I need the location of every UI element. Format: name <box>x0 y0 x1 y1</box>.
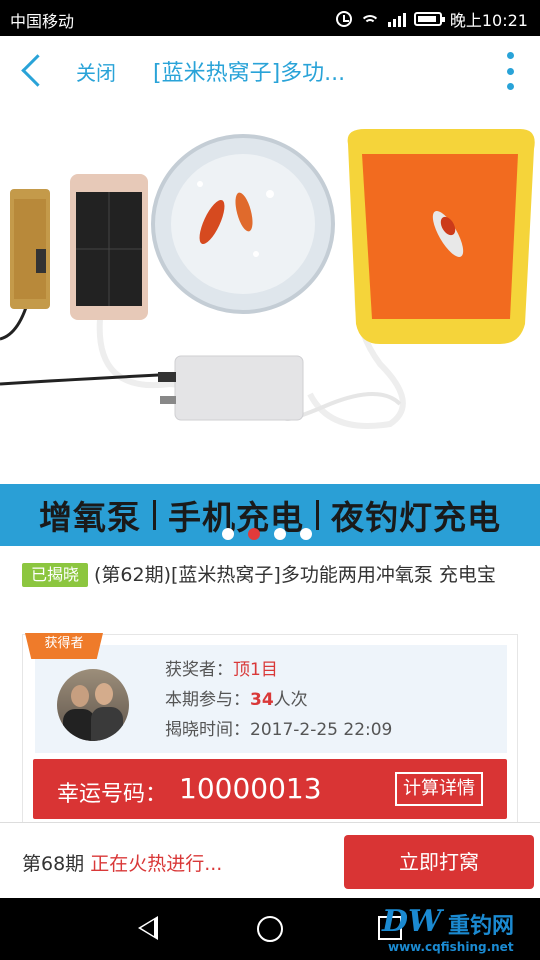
close-link[interactable]: 关闭 <box>76 57 116 86</box>
slogan-text-3: 夜钓灯充电 <box>331 498 501 537</box>
page-title: [蓝米热窝子]多功... <box>153 61 346 86</box>
carousel-dot[interactable] <box>222 528 234 540</box>
watermark-logo: DW 重钓网 www.cqfishing.net <box>382 904 532 956</box>
watermark-url: www.cqfishing.net <box>388 940 514 954</box>
nav-home-icon[interactable] <box>257 916 283 942</box>
winner-card: 获奖者：顶1目 本期参与：34人次 揭晓时间：2017-2-25 22:09 获… <box>22 633 518 826</box>
carousel-dot[interactable] <box>274 528 286 540</box>
clock: 晚上10:21 <box>449 11 528 30</box>
status-icons: 晚上10:21 <box>335 7 528 31</box>
watermark-site-name: 重钓网 <box>448 914 515 939</box>
reveal-time: 2017-2-25 22:09 <box>250 720 393 740</box>
carousel-dot-active[interactable] <box>248 528 260 540</box>
lucky-number: 10000013 <box>179 772 322 805</box>
carrier-name: 中国移动 <box>10 12 75 31</box>
alarm-icon <box>335 11 352 27</box>
participation-unit: 人次 <box>273 690 308 710</box>
avatar[interactable] <box>57 669 129 741</box>
winner-info: 获奖者：顶1目 本期参与：34人次 揭晓时间：2017-2-25 22:09 <box>35 645 507 753</box>
status-bar: 中国移动 晚上10:21 <box>0 0 540 36</box>
period-status: 第68期 正在火热进行... <box>22 849 222 876</box>
back-button[interactable] <box>18 54 50 86</box>
battery-icon <box>413 12 445 26</box>
watermark-dw-logo: DW <box>382 904 442 939</box>
product-title: 已揭晓 (第62期)[蓝米热窝子]多功能两用冲氧泵 充电宝 <box>22 561 522 590</box>
reveal-time-row: 揭晓时间：2017-2-25 22:09 <box>165 715 392 740</box>
winner-label: 获奖者： <box>165 660 233 680</box>
wifi-icon <box>359 11 380 27</box>
carousel-dot[interactable] <box>300 528 312 540</box>
participation-count: 34 <box>250 690 274 710</box>
action-bar: 第68期 正在火热进行... 立即打窝 <box>0 822 540 898</box>
signal-icon <box>387 11 406 27</box>
status-badge: 已揭晓 <box>22 563 89 587</box>
lucky-number-bar: 幸运号码： 10000013 计算详情 <box>33 759 507 819</box>
lucky-label: 幸运号码： <box>57 782 168 807</box>
carousel-dots <box>222 528 312 540</box>
calc-details-button[interactable]: 计算详情 <box>395 772 483 806</box>
period-hot-link[interactable]: 正在火热进行... <box>90 853 222 875</box>
product-photo <box>0 104 540 484</box>
period-number: 第68期 <box>22 853 85 875</box>
winner-ribbon: 获得者 <box>25 633 103 659</box>
system-nav-bar: DW 重钓网 www.cqfishing.net <box>0 898 540 960</box>
nav-back-icon[interactable] <box>138 916 158 940</box>
product-banner[interactable]: 增氧泵 手机充电 夜钓灯充电 <box>0 104 540 546</box>
participation-row: 本期参与：34人次 <box>165 685 308 710</box>
more-options-icon[interactable] <box>502 52 518 90</box>
reveal-label: 揭晓时间： <box>165 720 250 740</box>
participation-label: 本期参与： <box>165 690 250 710</box>
join-now-button[interactable]: 立即打窝 <box>344 835 534 889</box>
winner-name[interactable]: 顶1目 <box>233 660 278 680</box>
slogan-text-1: 增氧泵 <box>39 498 141 537</box>
product-title-text: (第62期)[蓝米热窝子]多功能两用冲氧泵 充电宝 <box>94 564 496 586</box>
winner-row: 获奖者：顶1目 <box>165 655 278 680</box>
nav-bar: 关闭 [蓝米热窝子]多功... <box>0 36 540 104</box>
